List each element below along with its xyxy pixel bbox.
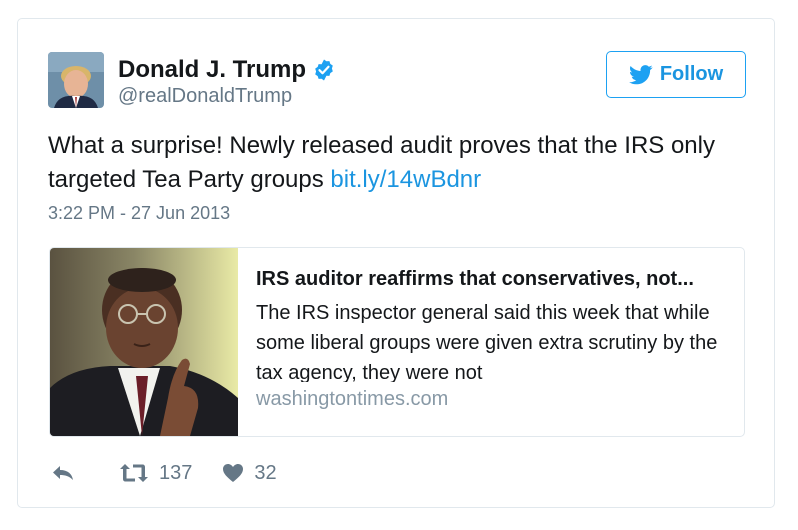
twitter-bird-icon [628,64,653,84]
display-name[interactable]: Donald J. Trump [118,56,306,84]
card-title[interactable]: IRS auditor reaffirms that conservatives… [256,264,734,294]
card-body: IRS auditor reaffirms that conservatives… [256,264,734,412]
card-thumbnail [50,248,238,436]
verified-badge-icon [315,59,333,81]
heart-icon [223,464,244,482]
user-handle[interactable]: @realDonaldTrump [118,85,292,108]
reply-icon [53,466,73,480]
retweet-button[interactable]: 137 [119,462,192,485]
like-count: 32 [254,461,277,484]
tweet-link[interactable]: bit.ly/14wBdnr [330,166,481,193]
card-domain: washingtontimes.com [256,388,449,410]
follow-button[interactable]: Follow [606,51,746,98]
tweet-card: Donald J. Trump @realDonaldTrump Follow … [17,18,775,508]
link-preview-card[interactable]: IRS auditor reaffirms that conservatives… [49,247,745,437]
tweet-text: What a surprise! Newly released audit pr… [48,129,748,197]
card-description: The IRS inspector general said this week… [256,302,718,382]
author-name-row: Donald J. Trump [118,55,336,85]
avatar[interactable] [48,52,104,108]
like-button[interactable]: 32 [222,461,277,485]
retweet-icon [120,464,148,482]
follow-label: Follow [659,63,724,85]
timestamp[interactable]: 3:22 PM - 27 Jun 2013 [48,203,230,224]
reply-button[interactable] [51,463,75,483]
retweet-count: 137 [159,461,193,484]
tweet-actions: 137 32 [51,459,277,487]
